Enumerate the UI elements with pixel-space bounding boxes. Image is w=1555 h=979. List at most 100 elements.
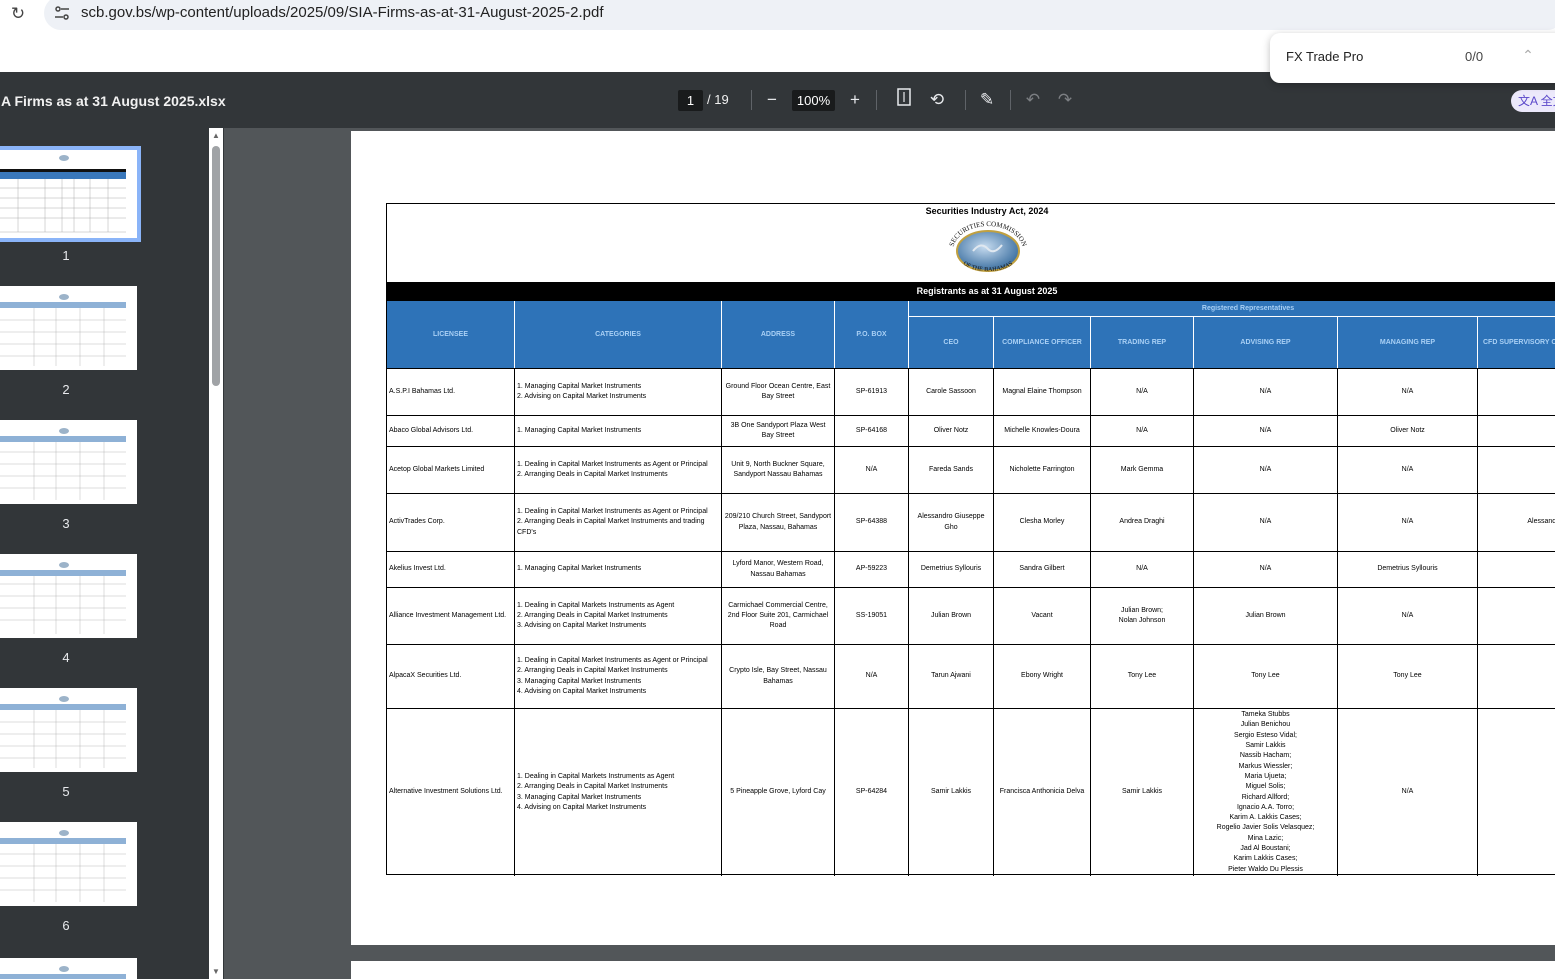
cell-address: 209/210 Church Street, Sandyport Plaza, … [722,494,835,551]
chevron-up-icon[interactable]: ⌃ [1520,47,1536,65]
tune-icon[interactable] [54,5,70,21]
cell-managing: Demetrius Syllouris [1338,552,1478,587]
reload-icon[interactable]: ↻ [8,4,28,24]
cell-managing: N/A [1338,447,1478,493]
thumbnail-page-number: 3 [62,516,70,531]
cell-compliance: Michelle Knowles-Doura [994,416,1091,446]
find-query-input[interactable]: FX Trade Pro [1286,49,1363,64]
cell-managing: N/A [1338,588,1478,644]
cell-ceo: Tarun Ajwani [909,645,994,708]
cell-cfd [1478,416,1555,446]
cell-cfd [1478,709,1555,876]
cell-categories: 1. Dealing in Capital Market Instruments… [515,645,722,708]
cell-ceo: Samir Lakkis [909,709,994,876]
cell-trading: N/A [1091,416,1194,446]
page-thumbnail[interactable] [0,420,137,504]
table-row: Alliance Investment Management Ltd. 1. De… [387,587,1555,644]
thumbnail-page-number: 5 [62,784,70,799]
cell-compliance: Ebony Wright [994,645,1091,708]
zoom-level-input[interactable]: 100% [792,90,835,111]
registrants-table: Securities Industry Act, 2024 SECURITIES… [386,203,1555,876]
table-row: Akelius Invest Ltd. 1. Managing Capital M… [387,551,1555,587]
cell-licensee: Abaco Global Advisors Ltd. [387,416,515,446]
cell-pobox: SP-61913 [835,369,909,415]
cell-licensee: Alliance Investment Management Ltd. [387,588,515,644]
annotate-pen-icon[interactable]: ✎ [975,88,999,112]
header-trading-rep: TRADING REP [1091,317,1194,368]
cell-advising: Tony Lee [1194,645,1338,708]
translate-icon: 文A [1518,94,1541,108]
zoom-in-icon[interactable]: + [843,88,867,112]
page-thumbnail[interactable] [0,958,137,979]
pdf-page [351,961,1555,979]
cell-categories: 1. Managing Capital Market Instruments 2… [515,369,722,415]
cell-advising: N/A [1194,416,1338,446]
undo-icon[interactable]: ↶ [1021,88,1045,112]
cell-managing: N/A [1338,709,1478,876]
pdf-page: Securities Industry Act, 2024 SECURITIES… [351,131,1555,945]
fit-page-icon[interactable] [892,88,916,112]
cell-ceo: Fareda Sands [909,447,994,493]
toolbar-divider [1010,90,1011,110]
cell-advising: N/A [1194,494,1338,551]
cell-ceo: Alessandro Giuseppe Gho [909,494,994,551]
cell-compliance: Sandra Gilbert [994,552,1091,587]
table-row: AlpacaX Securities Ltd. 1. Dealing in Cap… [387,644,1555,708]
cell-compliance: Francisca Anthonicia Delva [994,709,1091,876]
translate-label: 全文 [1540,94,1555,108]
cell-trading: N/A [1091,552,1194,587]
thumbnail-sidebar: 1 2 3 4 5 6 [0,128,224,979]
scrollbar-thumb[interactable] [212,146,220,386]
cell-categories: 1. Dealing in Capital Markets Instrument… [515,588,722,644]
table-row: Acetop Global Markets Limited 1. Dealing … [387,446,1555,493]
cell-trading: Julian Brown; Nolan Johnson [1091,588,1194,644]
cell-managing: Oliver Notz [1338,416,1478,446]
cell-address: Unit 9, North Buckner Square, Sandyport … [722,447,835,493]
cell-licensee: AlpacaX Securities Ltd. [387,645,515,708]
cell-address: 5 Pineapple Grove, Lyford Cay [722,709,835,876]
scroll-up-arrow-icon[interactable]: ▲ [210,131,222,140]
cell-address: Crypto Isle, Bay Street, Nassau Bahamas [722,645,835,708]
cell-ceo: Carole Sassoon [909,369,994,415]
page-thumbnail[interactable] [0,554,137,638]
cell-licensee: A.S.P.I Bahamas Ltd. [387,369,515,415]
header-ceo: CEO [909,317,994,368]
rotate-icon[interactable]: ⟲ [925,88,949,112]
zoom-out-icon[interactable]: − [760,88,784,112]
cell-address: Ground Floor Ocean Centre, East Bay Stre… [722,369,835,415]
toolbar-divider [965,90,966,110]
page-thumbnail[interactable] [0,822,137,906]
page-thumbnail[interactable] [0,146,141,242]
thumbnail-page-number: 4 [62,650,70,665]
table-row: Abaco Global Advisors Ltd. 1. Managing Ca… [387,415,1555,446]
cell-compliance: Clesha Morley [994,494,1091,551]
cell-compliance: Magnal Elaine Thompson [994,369,1091,415]
cell-cfd [1478,369,1555,415]
cell-advising: Tameka Stubbs Julian Benichou Sergio Est… [1194,709,1338,876]
cell-pobox: SP-64284 [835,709,909,876]
cell-pobox: SP-64168 [835,416,909,446]
page-thumbnail[interactable] [0,286,137,370]
cell-pobox: SS-19051 [835,588,909,644]
cell-managing: N/A [1338,369,1478,415]
scroll-down-arrow-icon[interactable]: ▼ [210,967,222,976]
cell-trading: Mark Gemma [1091,447,1194,493]
page-thumbnail[interactable] [0,688,137,772]
cell-cfd [1478,645,1555,708]
pdf-viewer[interactable]: Securities Industry Act, 2024 SECURITIES… [224,128,1555,979]
cell-licensee: ActivTrades Corp. [387,494,515,551]
cell-licensee: Akelius Invest Ltd. [387,552,515,587]
page-number-input[interactable]: 1 [678,90,703,111]
cell-advising: N/A [1194,369,1338,415]
page-total: / 19 [707,92,729,107]
thumbnail-page-number: 6 [62,918,70,933]
cell-advising: N/A [1194,447,1338,493]
redo-icon[interactable]: ↷ [1053,88,1077,112]
header-licensee: LICENSEE [387,301,515,368]
table-header: LICENSEE CATEGORIES ADDRESS P.O. BOX Reg… [387,301,1555,368]
toolbar-divider [876,90,877,110]
table-row: A.S.P.I Bahamas Ltd. 1. Managing Capital … [387,368,1555,415]
url-text[interactable]: scb.gov.bs/wp-content/uploads/2025/09/SI… [81,4,604,21]
translate-button[interactable]: 文A 全文 [1511,90,1555,112]
cell-advising: Julian Brown [1194,588,1338,644]
